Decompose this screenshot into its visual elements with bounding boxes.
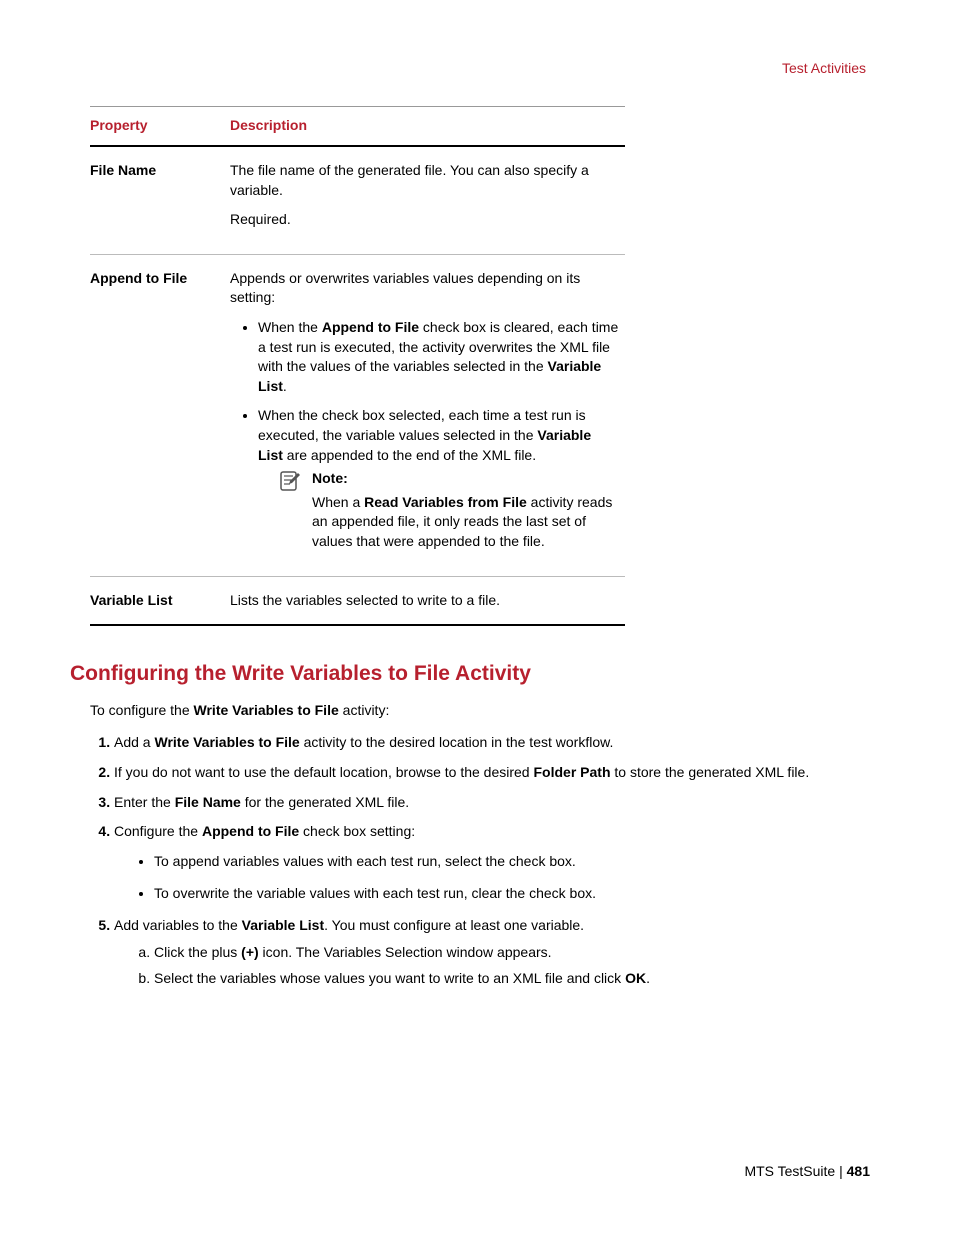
steps-list: Add a Write Variables to File activity t…: [90, 732, 884, 989]
note-title: Note:: [312, 469, 619, 489]
section-intro: To configure the Write Variables to File…: [90, 700, 884, 720]
note-icon: [278, 469, 302, 493]
list-item: Configure the Append to File check box s…: [114, 821, 884, 904]
col-property: Property: [90, 107, 230, 147]
list-item: To append variables values with each tes…: [154, 851, 884, 873]
property-description: Appends or overwrites variables values d…: [230, 254, 625, 576]
note-text: When a Read Variables from File activity…: [312, 493, 619, 552]
list-item: Click the plus (+) icon. The Variables S…: [154, 942, 884, 964]
list-item: Select the variables whose values you wa…: [154, 968, 884, 990]
footer-page-number: 481: [847, 1163, 870, 1179]
list-item: When the check box selected, each time a…: [258, 406, 619, 551]
table-row: File Name The file name of the generated…: [90, 146, 625, 254]
list-item: To overwrite the variable values with ea…: [154, 883, 884, 905]
footer-product: MTS TestSuite: [744, 1163, 835, 1179]
header-section-label: Test Activities: [70, 60, 884, 76]
table-row: Append to File Appends or overwrites var…: [90, 254, 625, 576]
property-description: Lists the variables selected to write to…: [230, 576, 625, 625]
list-item: Add variables to the Variable List. You …: [114, 915, 884, 990]
page-footer: MTS TestSuite | 481: [744, 1163, 870, 1179]
property-description: The file name of the generated file. You…: [230, 146, 625, 254]
property-name: File Name: [90, 146, 230, 254]
property-name: Variable List: [90, 576, 230, 625]
section-heading: Configuring the Write Variables to File …: [70, 662, 884, 686]
list-item: Add a Write Variables to File activity t…: [114, 732, 884, 754]
col-description: Description: [230, 107, 625, 147]
list-item: Enter the File Name for the generated XM…: [114, 792, 884, 814]
properties-table: Property Description File Name The file …: [90, 106, 625, 626]
list-item: If you do not want to use the default lo…: [114, 762, 884, 784]
list-item: When the Append to File check box is cle…: [258, 318, 619, 396]
table-row: Variable List Lists the variables select…: [90, 576, 625, 625]
note-block: Note: When a Read Variables from File ac…: [278, 469, 619, 551]
property-name: Append to File: [90, 254, 230, 576]
